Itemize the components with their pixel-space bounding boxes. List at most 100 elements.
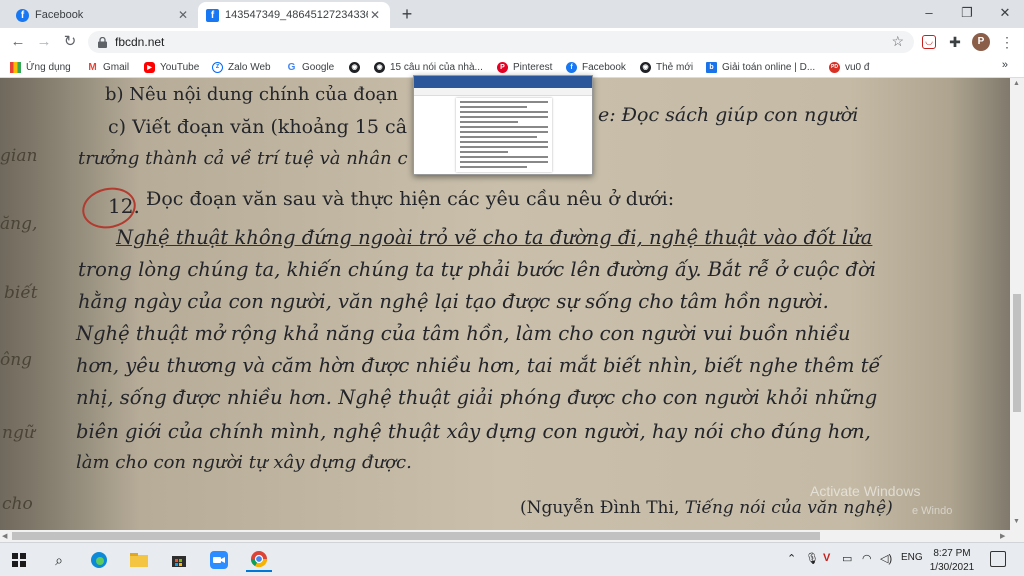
margin-word: gian: [0, 146, 38, 166]
browser-toolbar: ← → ↻ fbcdn.net ☆ ◡ ✚ P ⋮: [0, 28, 1024, 56]
globe-icon: ◉: [640, 61, 651, 73]
clock-time: 8:27 PM: [933, 548, 971, 559]
bookmark-gmail[interactable]: M Gmail: [87, 59, 129, 75]
lock-icon: [98, 36, 107, 48]
gmail-icon: M: [87, 61, 98, 73]
bookmark-label: Zalo Web: [228, 61, 271, 73]
reload-button[interactable]: ↻: [60, 32, 80, 52]
horizontal-scrollbar[interactable]: ◀ ▶: [0, 530, 1024, 542]
vertical-scrollbar[interactable]: ▲ ▼: [1010, 78, 1024, 530]
scroll-down-icon[interactable]: ▼: [1013, 518, 1020, 525]
clock-date: 1/30/2021: [929, 562, 975, 573]
back-button[interactable]: ←: [8, 32, 28, 52]
tab-strip: f Facebook ✕ f 143547349_486451272343366…: [0, 0, 1024, 28]
bookmark-15-cau-noi[interactable]: ◉ 15 câu nói của nhà...: [374, 59, 483, 75]
avatar[interactable]: P: [972, 33, 990, 51]
edge-icon[interactable]: [86, 548, 112, 572]
wifi-icon[interactable]: ◠: [862, 552, 872, 565]
chevron-up-icon[interactable]: ⌃: [787, 552, 796, 565]
battery-icon[interactable]: ▭: [842, 552, 852, 565]
activate-windows-watermark-2: e Windo: [912, 505, 953, 517]
bookmark-facebook[interactable]: f Facebook: [566, 59, 626, 75]
forward-button[interactable]: →: [34, 32, 54, 52]
store-icon[interactable]: [166, 548, 192, 572]
giaitoan-icon: b: [706, 61, 717, 73]
close-tab-icon[interactable]: ✕: [368, 8, 382, 22]
menu-icon[interactable]: ⋮: [998, 33, 1016, 51]
microphone-icon[interactable]: 🎙: [805, 552, 819, 565]
bookmark-google[interactable]: G Google: [286, 59, 334, 75]
zoom-icon[interactable]: [206, 548, 232, 572]
bookmark-label: Ứng dụng: [26, 61, 71, 73]
windows-start-icon[interactable]: [6, 548, 32, 572]
bookmark-giai-toan[interactable]: b Giải toán online | D...: [706, 59, 815, 75]
horizontal-scroll-thumb[interactable]: [12, 532, 820, 540]
bookmark-label: Giải toán online | D...: [722, 61, 816, 73]
apps-icon: [10, 61, 21, 73]
restore-button[interactable]: ❐: [950, 0, 984, 28]
bookmark-apps[interactable]: Ứng dụng: [10, 59, 71, 75]
clock[interactable]: 8:27 PM 1/30/2021: [920, 547, 984, 575]
search-icon[interactable]: ⌕: [46, 548, 72, 572]
margin-word: cho: [2, 494, 33, 514]
bookmark-zalo[interactable]: Z Zalo Web: [212, 59, 271, 75]
puzzle-icon[interactable]: ✚: [946, 33, 964, 51]
thumbnail-ribbon: [414, 76, 592, 88]
bookmark-label: vu0 đ: [845, 61, 870, 73]
margin-word: ngữ: [2, 423, 35, 443]
bookmark-label: 15 câu nói của nhà...: [390, 61, 483, 73]
file-explorer-icon[interactable]: [126, 548, 152, 572]
question-c-continued: e: Đọc sách giúp con người: [598, 104, 859, 126]
thumbnail-toolbar: [414, 88, 592, 96]
scroll-right-icon[interactable]: ▶: [1000, 532, 1005, 540]
minimize-button[interactable]: –: [912, 0, 946, 28]
vertical-scroll-thumb[interactable]: [1013, 294, 1021, 412]
volume-icon[interactable]: ◁): [880, 552, 892, 565]
bookmark-label: Google: [302, 61, 335, 73]
margin-word: ông: [0, 350, 33, 370]
bookmarks-more-button[interactable]: »: [1002, 59, 1008, 71]
globe-icon: ◉: [374, 61, 385, 73]
passage-line: Nghệ thuật mở rộng khả năng của tâm hồn,…: [76, 322, 851, 345]
passage-line: hơn, yêu thương và căm hờn được nhiều hơ…: [76, 354, 881, 377]
passage-line: làm cho con người tự xây dựng được.: [76, 452, 412, 473]
bookmark-pinterest[interactable]: P Pinterest: [497, 59, 552, 75]
address-bar[interactable]: fbcdn.net ☆: [88, 31, 914, 53]
bookmark-vuod[interactable]: PD vu0 đ: [829, 59, 869, 75]
youtube-icon: ▶: [144, 61, 155, 73]
tab-title: Facebook: [35, 9, 84, 21]
url-text: fbcdn.net: [115, 35, 165, 49]
margin-word: ăng,: [0, 214, 38, 234]
scroll-left-icon[interactable]: ◀: [2, 532, 7, 540]
extension-icon[interactable]: ◡: [922, 35, 936, 49]
close-tab-icon[interactable]: ✕: [176, 8, 190, 22]
chrome-icon[interactable]: [246, 548, 272, 572]
close-window-button[interactable]: ✕: [988, 0, 1022, 28]
facebook-icon: f: [566, 61, 577, 73]
question-c-line2: trưởng thành cả về trí tuệ và nhân c: [78, 148, 408, 169]
margin-word: biết: [4, 283, 38, 303]
bookmark-label: Pinterest: [513, 61, 553, 73]
scroll-up-icon[interactable]: ▲: [1013, 80, 1020, 87]
bookmark-youtube[interactable]: ▶ YouTube: [144, 59, 199, 75]
passage-line: nhị, sống được nhiều hơn. Nghệ thuật giả…: [76, 386, 878, 409]
passage-line: Nghệ thuật không đứng ngoài trỏ vẽ cho t…: [116, 226, 873, 249]
google-icon: G: [286, 61, 297, 73]
facebook-icon: f: [16, 8, 29, 22]
bookmark-globe[interactable]: ◉: [349, 59, 365, 75]
pinterest-icon: P: [497, 61, 508, 73]
bookmark-the-moi[interactable]: ◉ Thẻ mới: [640, 59, 693, 75]
security-icon[interactable]: V: [823, 552, 830, 564]
bookmark-star-icon[interactable]: ☆: [891, 33, 904, 50]
word-window-thumbnail[interactable]: [413, 75, 593, 175]
notification-icon[interactable]: [990, 551, 1006, 567]
activate-windows-watermark: Activate Windows: [810, 483, 921, 499]
citation: (Nguyễn Đình Thi, Tiếng nói của văn nghệ…: [520, 498, 893, 518]
new-tab-button[interactable]: +: [396, 3, 418, 25]
tab-facebook[interactable]: f Facebook ✕: [8, 2, 198, 28]
thumbnail-document: [456, 98, 552, 172]
bookmark-label: Facebook: [582, 61, 626, 73]
work-title: Tiếng nói của văn nghệ): [684, 498, 893, 518]
question-number: 12.: [108, 194, 140, 218]
tab-image[interactable]: f 143547349_486451272343366_1 ✕: [198, 2, 390, 28]
